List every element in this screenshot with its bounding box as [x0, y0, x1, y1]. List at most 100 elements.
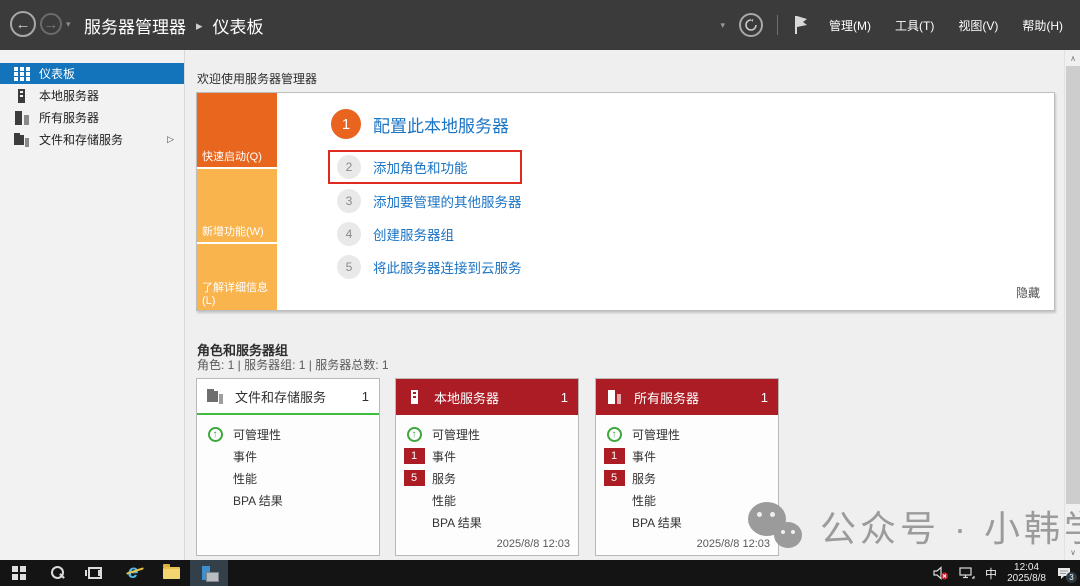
- quick-start-label: 快速启动(Q): [202, 148, 262, 164]
- step-5-link[interactable]: 将此服务器连接到云服务: [373, 257, 522, 277]
- volume-muted-button[interactable]: [933, 566, 949, 580]
- hide-link[interactable]: 隐藏: [1016, 284, 1040, 301]
- tile-row-performance[interactable]: 性能: [197, 467, 379, 489]
- tile-header-local-server[interactable]: 本地服务器 1: [396, 379, 578, 415]
- menu-manage[interactable]: 管理(M): [824, 13, 876, 38]
- notification-center-button[interactable]: 3: [1056, 566, 1072, 580]
- main-content: 欢迎使用服务器管理器 快速启动(Q) 新增功能(W) 了解详细信息(L) 1 配…: [185, 50, 1064, 560]
- tile-row-events[interactable]: 1 事件: [596, 445, 778, 467]
- step-2-link[interactable]: 添加角色和功能: [373, 157, 468, 177]
- tile-row-manageability[interactable]: ↑ 可管理性: [396, 423, 578, 445]
- breadcrumb: 服务器管理器 ▸ 仪表板: [84, 13, 264, 38]
- sidebar-item-local-server[interactable]: 本地服务器: [0, 85, 184, 106]
- tile-header-file-storage[interactable]: 文件和存储服务 1: [197, 379, 379, 415]
- server-manager-window: ← → ▾ 服务器管理器 ▸ 仪表板 ▾ 管理: [0, 0, 1080, 586]
- tile-row-events[interactable]: 事件: [197, 445, 379, 467]
- tile-row-events[interactable]: 1 事件: [396, 445, 578, 467]
- roles-tile-all-servers: 所有服务器 1 ↑ 可管理性 1 事件 5 服务 性能: [595, 378, 779, 556]
- dashboard-grid-icon: [14, 67, 30, 81]
- tile-timestamp: 2025/8/8 12:03: [697, 538, 770, 550]
- nav-history-dropdown[interactable]: ▾: [66, 19, 71, 30]
- server-manager-taskbar-button[interactable]: [190, 560, 228, 586]
- tile-timestamp: 2025/8/8 12:03: [497, 538, 570, 550]
- services-count-badge: 5: [604, 470, 625, 486]
- ime-indicator[interactable]: 中: [985, 565, 997, 582]
- all-servers-icon: [14, 111, 30, 125]
- scroll-up-icon[interactable]: ∧: [1065, 50, 1080, 66]
- tile-row-bpa-results[interactable]: BPA 结果: [396, 511, 578, 533]
- sidebar: 仪表板 本地服务器 所有服务器 文件和存储服务 ▷: [0, 50, 185, 560]
- refresh-button[interactable]: [739, 13, 763, 37]
- menu-view[interactable]: 视图(V): [953, 13, 1003, 38]
- tile-row-bpa-results[interactable]: BPA 结果: [596, 511, 778, 533]
- tile-row-performance[interactable]: 性能: [596, 489, 778, 511]
- tile-header-all-servers[interactable]: 所有服务器 1: [596, 379, 778, 415]
- refresh-dropdown[interactable]: ▾: [720, 20, 725, 31]
- tile-row-manageability[interactable]: ↑ 可管理性: [596, 423, 778, 445]
- notifications-flag-button[interactable]: [792, 14, 810, 36]
- task-view-button[interactable]: [76, 560, 114, 586]
- step-add-roles-features[interactable]: 2 添加角色和功能: [337, 155, 468, 179]
- menu-help[interactable]: 帮助(H): [1017, 13, 1068, 38]
- taskbar-clock[interactable]: 12:04 2025/8/8: [1007, 562, 1046, 584]
- sidebar-item-dashboard[interactable]: 仪表板: [0, 63, 184, 84]
- step-4-link[interactable]: 创建服务器组: [373, 224, 454, 244]
- internet-explorer-button[interactable]: e: [114, 560, 152, 586]
- events-count-badge: 1: [604, 448, 625, 464]
- tile-row-services[interactable]: 5 服务: [396, 467, 578, 489]
- taskbar-search-button[interactable]: [38, 560, 76, 586]
- step-3-number-badge: 3: [337, 189, 361, 213]
- all-servers-tile-icon: [606, 389, 624, 405]
- start-button[interactable]: [0, 560, 38, 586]
- forward-button[interactable]: →: [40, 13, 62, 35]
- tile-row-bpa-results[interactable]: BPA 结果: [197, 489, 379, 511]
- task-view-icon: [88, 567, 102, 579]
- scroll-down-icon[interactable]: ∨: [1065, 544, 1080, 560]
- whats-new-tab[interactable]: 新增功能(W): [197, 169, 277, 242]
- manageability-up-icon: ↑: [607, 427, 622, 442]
- annotation-highlight-box: 2 添加角色和功能: [328, 150, 522, 184]
- learn-more-label: 了解详细信息(L): [202, 279, 277, 307]
- quick-start-steps: 1 配置此本地服务器 2 添加角色和功能 3 添加要管理的其他服务器 4 创建服…: [331, 109, 522, 288]
- tile-row-performance[interactable]: 性能: [396, 489, 578, 511]
- tile-count: 1: [561, 390, 568, 405]
- sidebar-item-all-servers[interactable]: 所有服务器: [0, 107, 184, 128]
- step-connect-cloud-services[interactable]: 5 将此服务器连接到云服务: [337, 255, 522, 279]
- clock-time: 12:04: [1007, 562, 1046, 573]
- step-3-link[interactable]: 添加要管理的其他服务器: [373, 191, 522, 211]
- tile-row-services[interactable]: 5 服务: [596, 467, 778, 489]
- sidebar-item-label: 文件和存储服务: [39, 131, 123, 148]
- whats-new-label: 新增功能(W): [202, 223, 264, 239]
- sidebar-item-file-storage-services[interactable]: 文件和存储服务 ▷: [0, 129, 184, 150]
- sidebar-item-label: 仪表板: [39, 65, 75, 82]
- sidebar-item-label: 所有服务器: [39, 109, 99, 126]
- step-create-server-group[interactable]: 4 创建服务器组: [337, 222, 522, 246]
- search-icon: [50, 566, 64, 580]
- quick-start-panel: 快速启动(Q) 新增功能(W) 了解详细信息(L): [197, 93, 277, 310]
- roles-section-subtitle: 角色: 1 | 服务器组: 1 | 服务器总数: 1: [197, 356, 389, 373]
- back-icon: ←: [16, 16, 31, 33]
- back-button[interactable]: ←: [10, 11, 36, 37]
- tile-count: 1: [362, 389, 369, 404]
- expand-chevron-icon[interactable]: ▷: [167, 134, 174, 145]
- step-add-other-servers[interactable]: 3 添加要管理的其他服务器: [337, 189, 522, 213]
- roles-tile-local-server: 本地服务器 1 ↑ 可管理性 1 事件 5 服务 性能: [395, 378, 579, 556]
- learn-more-tab[interactable]: 了解详细信息(L): [197, 244, 277, 310]
- file-storage-icon: [14, 133, 30, 147]
- scrollbar-thumb[interactable]: [1066, 66, 1080, 504]
- notification-count-badge: 3: [1066, 572, 1077, 583]
- quick-start-tab[interactable]: 快速启动(Q): [197, 93, 277, 167]
- step-1-link[interactable]: 配置此本地服务器: [373, 112, 509, 137]
- windows-logo-icon: [12, 566, 26, 580]
- manageability-up-icon: ↑: [208, 427, 223, 442]
- internet-explorer-icon: e: [128, 563, 139, 582]
- step-1-number-badge: 1: [331, 109, 361, 139]
- file-explorer-button[interactable]: [152, 560, 190, 586]
- menu-tools[interactable]: 工具(T): [890, 13, 939, 38]
- tile-row-manageability[interactable]: ↑ 可管理性: [197, 423, 379, 445]
- network-button[interactable]: [959, 566, 975, 580]
- tile-title: 本地服务器: [434, 388, 561, 407]
- breadcrumb-app[interactable]: 服务器管理器: [84, 13, 186, 38]
- vertical-scrollbar[interactable]: ∧ ∨: [1064, 50, 1080, 560]
- step-configure-local-server[interactable]: 1 配置此本地服务器: [331, 109, 522, 139]
